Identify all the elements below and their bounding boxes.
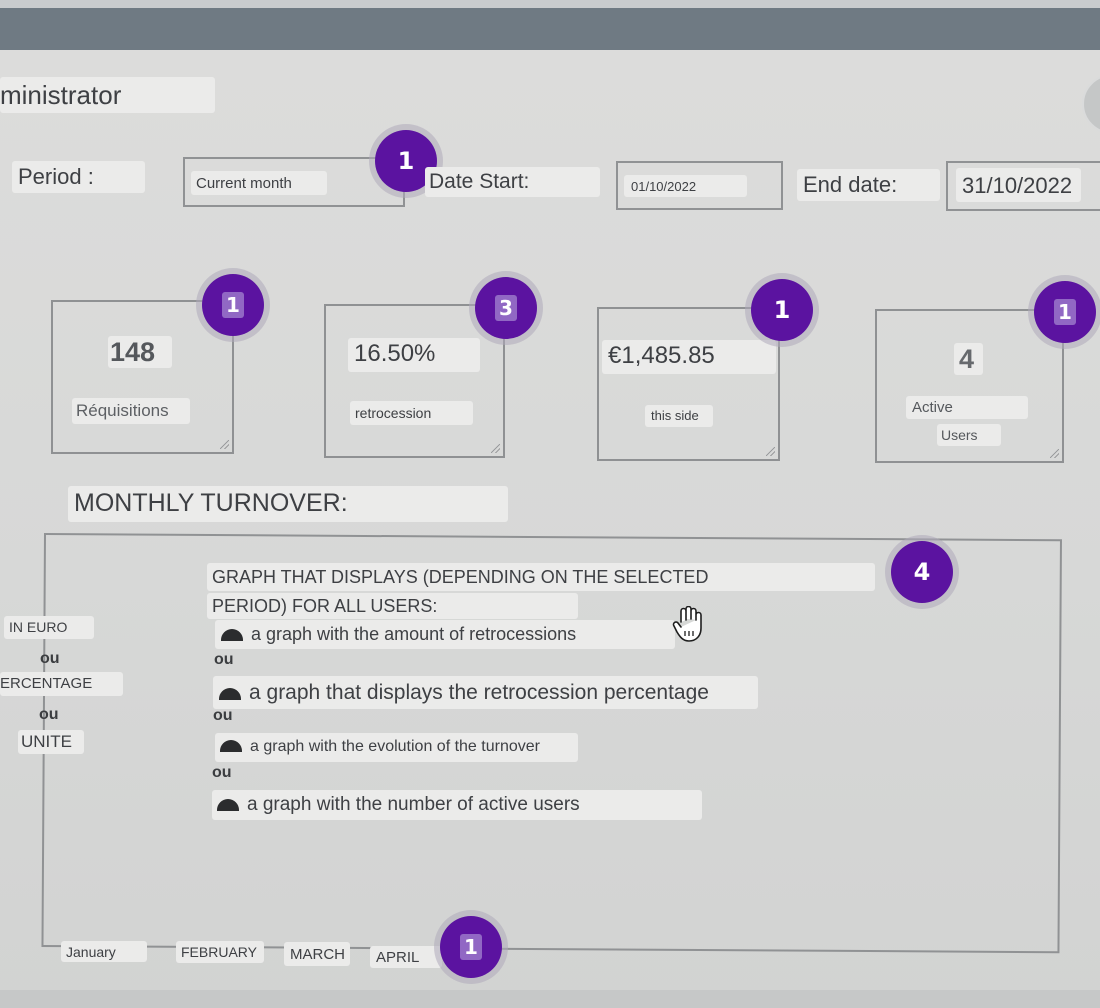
graph-option-label: a graph with the number of active users bbox=[247, 794, 580, 815]
month-january[interactable]: January bbox=[61, 941, 147, 962]
stat-value-revenue: €1,485.85 bbox=[602, 340, 776, 374]
resize-grip[interactable] bbox=[220, 440, 229, 449]
end-date-label: End date: bbox=[797, 169, 940, 201]
resize-grip[interactable] bbox=[491, 444, 500, 453]
description-line-2: PERIOD) FOR ALL USERS: bbox=[207, 593, 578, 619]
period-select-value: Current month bbox=[191, 171, 327, 195]
option-separator: ou bbox=[212, 764, 232, 781]
stat-label-active: Active bbox=[906, 396, 1028, 419]
stat-label-users: Users bbox=[937, 424, 1001, 446]
period-label: Period : bbox=[12, 161, 145, 193]
unit-option-unite[interactable]: UNITE bbox=[18, 730, 84, 754]
stat-value-active-users: 4 bbox=[954, 343, 983, 375]
graph-option-turnover[interactable]: a graph with the evolution of the turnov… bbox=[215, 733, 578, 762]
stat-value-retrocession: 16.50% bbox=[348, 338, 480, 372]
months-badge-number: 1 bbox=[460, 934, 482, 960]
months-badge-icon: 1 bbox=[440, 916, 502, 978]
graph-option-label: a graph with the amount of retrocessions bbox=[251, 624, 577, 644]
turnover-badge-number: 4 bbox=[913, 558, 931, 586]
radio-dot-icon bbox=[217, 799, 239, 811]
description-line-1: GRAPH THAT DISPLAYS (DEPENDING ON THE SE… bbox=[207, 563, 875, 591]
stat-card-revenue[interactable] bbox=[597, 307, 780, 461]
unit-option-euro[interactable]: IN EURO bbox=[4, 616, 94, 639]
stat-value-requisitions: 148 bbox=[108, 336, 172, 368]
graph-option-percentage[interactable]: a graph that displays the retrocession p… bbox=[213, 676, 758, 709]
stat-badge-number: 1 bbox=[222, 292, 244, 318]
turnover-badge-icon: 4 bbox=[891, 541, 953, 603]
month-april[interactable]: APRIL bbox=[370, 946, 442, 968]
graph-option-retrocessions[interactable]: a graph with the amount of retrocessions bbox=[215, 620, 675, 649]
stat-badge-number: 1 bbox=[773, 296, 791, 324]
monthly-turnover-title: MONTHLY TURNOVER: bbox=[68, 486, 508, 522]
radio-dot-icon bbox=[219, 688, 241, 700]
radio-dot-icon bbox=[220, 740, 242, 752]
date-start-value: 01/10/2022 bbox=[624, 175, 747, 197]
unit-separator: ou bbox=[39, 706, 59, 723]
unit-separator: ou bbox=[40, 650, 60, 667]
graph-option-active-users[interactable]: a graph with the number of active users bbox=[212, 790, 702, 820]
resize-grip[interactable] bbox=[766, 447, 775, 456]
option-separator: ou bbox=[214, 651, 234, 668]
header-bar bbox=[0, 8, 1100, 50]
stat-badge-icon: 3 bbox=[475, 277, 537, 339]
stat-badge-icon: 1 bbox=[1034, 281, 1096, 343]
stat-card-requisitions[interactable] bbox=[51, 300, 234, 454]
window-bottom-edge bbox=[0, 990, 1100, 1008]
radio-dot-icon bbox=[221, 629, 243, 641]
stat-label-revenue: this side bbox=[645, 405, 713, 427]
stat-card-retrocession[interactable] bbox=[324, 304, 505, 458]
stat-badge-icon: 1 bbox=[751, 279, 813, 341]
graph-option-label: a graph with the evolution of the turnov… bbox=[250, 738, 540, 755]
stat-badge-number: 1 bbox=[1054, 299, 1076, 325]
date-start-label: Date Start: bbox=[425, 167, 600, 197]
hand-cursor-icon bbox=[672, 606, 702, 642]
resize-grip[interactable] bbox=[1050, 449, 1059, 458]
stat-badge-icon: 1 bbox=[202, 274, 264, 336]
month-march[interactable]: MARCH bbox=[284, 942, 350, 966]
unit-option-percentage[interactable]: ERCENTAGE bbox=[0, 672, 123, 696]
window-top-edge bbox=[0, 0, 1100, 8]
period-badge-number: 1 bbox=[397, 147, 415, 175]
month-february[interactable]: FEBRUARY bbox=[176, 941, 264, 963]
option-separator: ou bbox=[213, 707, 233, 724]
end-date-value: 31/10/2022 bbox=[956, 168, 1081, 202]
stat-badge-number: 3 bbox=[495, 295, 517, 321]
graph-option-label: a graph that displays the retrocession p… bbox=[249, 681, 709, 704]
stat-label-retrocession: retrocession bbox=[350, 401, 473, 425]
stat-label-requisitions: Réquisitions bbox=[72, 398, 190, 424]
user-role-label: ministrator bbox=[0, 77, 215, 113]
